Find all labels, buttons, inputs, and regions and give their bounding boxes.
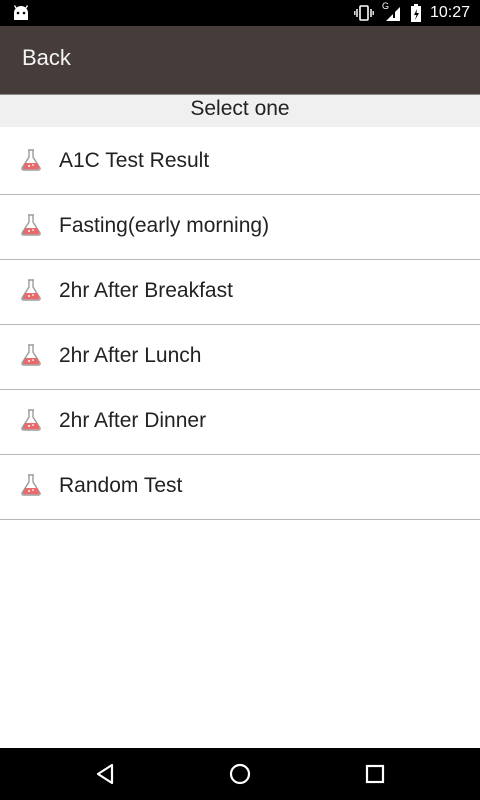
android-icon: [13, 5, 29, 20]
battery-icon: [410, 4, 421, 22]
signal-icon: G: [382, 1, 402, 22]
list-item-a1c-test-result[interactable]: A1C Test Result: [0, 130, 480, 195]
flask-icon: [21, 344, 41, 366]
home-nav-icon[interactable]: [227, 762, 253, 786]
test-type-list: A1C Test Result Fasting(early morning) 2…: [0, 130, 480, 520]
flask-icon: [21, 214, 41, 236]
list-item-label: Random Test: [59, 474, 183, 497]
back-nav-icon[interactable]: [92, 762, 118, 786]
list-item-label: A1C Test Result: [59, 149, 210, 172]
list-item-2hr-after-breakfast[interactable]: 2hr After Breakfast: [0, 260, 480, 325]
vibrate-icon: [354, 5, 374, 21]
flask-icon: [21, 279, 41, 301]
flask-icon: [21, 409, 41, 431]
list-item-label: 2hr After Lunch: [59, 344, 202, 367]
list-item-label: 2hr After Dinner: [59, 409, 207, 432]
clock-time: 10:27: [429, 4, 470, 21]
list-item-random-test[interactable]: Random Test: [0, 455, 480, 520]
list-item-label: 2hr After Breakfast: [59, 279, 233, 302]
app-bar: Back: [0, 26, 480, 95]
flask-icon: [21, 474, 41, 496]
recents-nav-icon[interactable]: [362, 762, 388, 786]
list-item-fasting[interactable]: Fasting(early morning): [0, 195, 480, 260]
list-item-label: Fasting(early morning): [59, 214, 270, 237]
system-nav-bar: [0, 748, 480, 800]
page-title: Select one: [0, 95, 480, 127]
back-button[interactable]: Back: [22, 45, 71, 71]
list-item-2hr-after-dinner[interactable]: 2hr After Dinner: [0, 390, 480, 455]
status-bar: G 10:27: [0, 0, 480, 26]
list-item-2hr-after-lunch[interactable]: 2hr After Lunch: [0, 325, 480, 390]
flask-icon: [21, 149, 41, 171]
